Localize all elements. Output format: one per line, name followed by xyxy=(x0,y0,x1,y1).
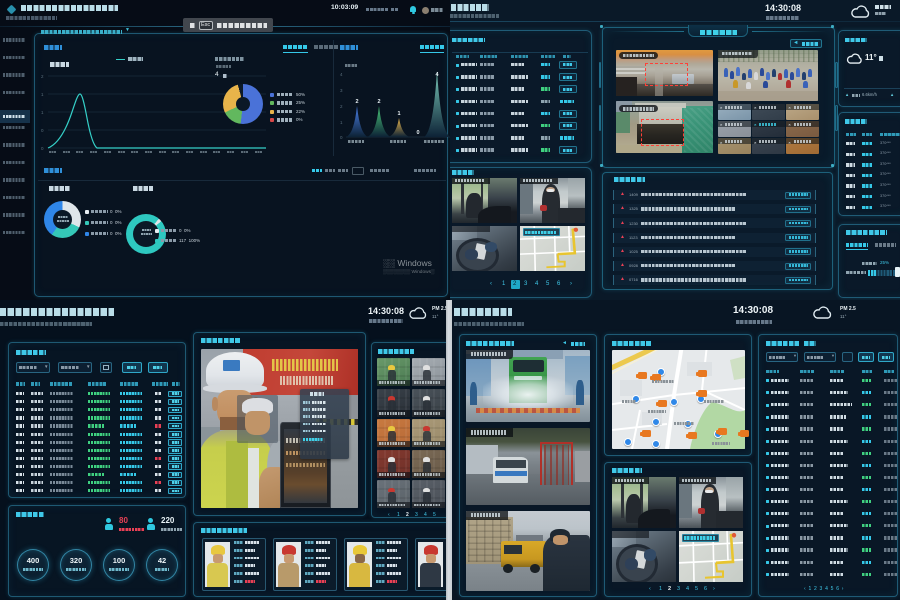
svg-text:1: 1 xyxy=(340,120,343,125)
svg-text:2: 2 xyxy=(355,99,358,105)
svg-text:2: 2 xyxy=(340,104,343,109)
svg-text:1: 1 xyxy=(41,92,44,97)
svg-text:0: 0 xyxy=(340,135,343,140)
svg-text:0: 0 xyxy=(416,130,419,136)
svg-text:3: 3 xyxy=(340,88,343,93)
svg-text:1: 1 xyxy=(397,111,400,117)
svg-text:4: 4 xyxy=(435,72,439,78)
svg-text:0: 0 xyxy=(41,146,44,151)
svg-text:2: 2 xyxy=(377,99,380,105)
svg-text:4: 4 xyxy=(340,72,343,77)
svg-text:2: 2 xyxy=(41,74,44,79)
svg-text:1: 1 xyxy=(41,110,44,115)
svg-text:0: 0 xyxy=(41,128,44,133)
